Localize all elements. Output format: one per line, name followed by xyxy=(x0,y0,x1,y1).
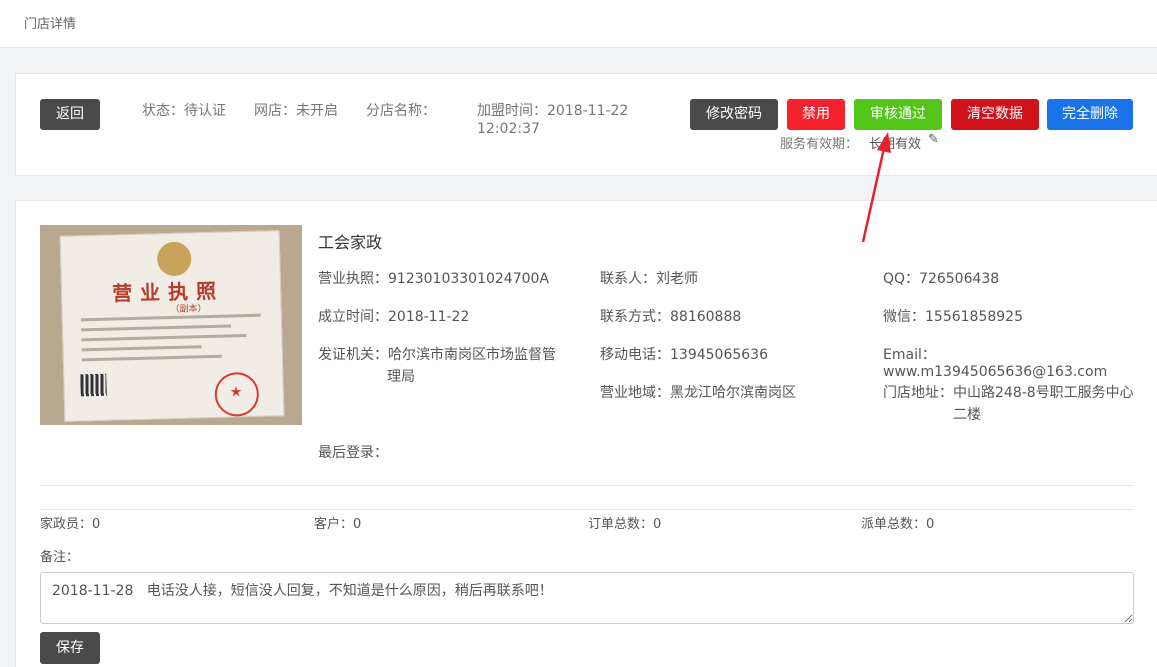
store-address-cont: 二楼 xyxy=(953,407,981,423)
founded-date: 成立时间：2018-11-22 xyxy=(318,309,470,325)
license-text-line xyxy=(81,334,247,342)
back-button[interactable]: 返回 xyxy=(40,99,100,130)
license-text-line xyxy=(81,324,232,332)
breadcrumb: 门店详情 xyxy=(24,17,77,32)
license-paper: 营业执照 （副本） xyxy=(59,230,285,422)
edit-icon[interactable]: ✎ xyxy=(928,132,939,147)
contact-phone: 联系方式：88160888 xyxy=(600,309,742,325)
status-text: 状态：待认证 xyxy=(142,103,226,119)
online-store-text: 网店：未开启 xyxy=(254,103,338,119)
issuing-authority-cont: 理局 xyxy=(387,369,415,385)
remark-textarea[interactable]: 2018-11-28 电话没人接，短信没人回复，不知道是什么原因，稍后再联系吧！ xyxy=(40,572,1134,624)
qq-number: QQ：726506438 xyxy=(883,271,1000,287)
official-stamp-icon xyxy=(214,371,260,417)
service-validity-value: 长期有效 xyxy=(869,137,922,152)
approve-button[interactable]: 审核通过 xyxy=(854,99,942,130)
contact-person: 联系人：刘老师 xyxy=(600,271,698,287)
mobile-phone: 移动电话：13945065636 xyxy=(600,347,768,363)
housekeeper-count: 家政员：0 xyxy=(40,517,101,532)
license-title: 营业执照 xyxy=(111,278,225,306)
branch-name-text: 分店名称： xyxy=(366,103,436,119)
business-license-image[interactable]: 营业执照 （副本） xyxy=(40,225,302,425)
issuing-authority: 发证机关：哈尔滨市南岗区市场监督管 xyxy=(318,347,556,363)
disable-button[interactable]: 禁用 xyxy=(787,99,845,130)
join-time-clock: 12:02:37 xyxy=(477,121,540,137)
section-divider xyxy=(40,485,1134,486)
service-validity-label: 服务有效期： xyxy=(780,137,859,152)
join-time-text: 加盟时间：2018-11-22 xyxy=(477,103,629,119)
license-subtitle: （副本） xyxy=(170,304,207,316)
license-text-line xyxy=(81,354,222,362)
dispatch-count: 派单总数：0 xyxy=(861,517,935,532)
store-name: 工会家政 xyxy=(318,233,383,252)
delete-all-button[interactable]: 完全删除 xyxy=(1047,99,1133,130)
license-text-line xyxy=(81,345,202,352)
business-region: 营业地域：黑龙江哈尔滨南岗区 xyxy=(600,385,796,401)
save-button[interactable]: 保存 xyxy=(40,632,100,664)
last-login: 最后登录： xyxy=(318,445,388,461)
qr-code-icon xyxy=(80,373,107,397)
order-count: 订单总数：0 xyxy=(588,517,662,532)
remark-label: 备注： xyxy=(40,550,80,565)
change-password-button[interactable]: 修改密码 xyxy=(690,99,778,130)
license-number: 营业执照：91230103301024700A xyxy=(318,271,549,287)
store-address-label: 门店地址： xyxy=(883,385,953,401)
email-address: Email：www.m13945065636@163.com xyxy=(883,347,1108,380)
store-address: 中山路248-8号职工服务中心 xyxy=(953,385,1134,401)
customer-count: 客户：0 xyxy=(314,517,362,532)
section-divider xyxy=(40,509,1134,510)
national-emblem-icon xyxy=(156,241,192,277)
top-bar: 门店详情 xyxy=(0,0,1157,48)
clear-data-button[interactable]: 清空数据 xyxy=(951,99,1039,130)
wechat-id: 微信：15561858925 xyxy=(883,309,1023,325)
